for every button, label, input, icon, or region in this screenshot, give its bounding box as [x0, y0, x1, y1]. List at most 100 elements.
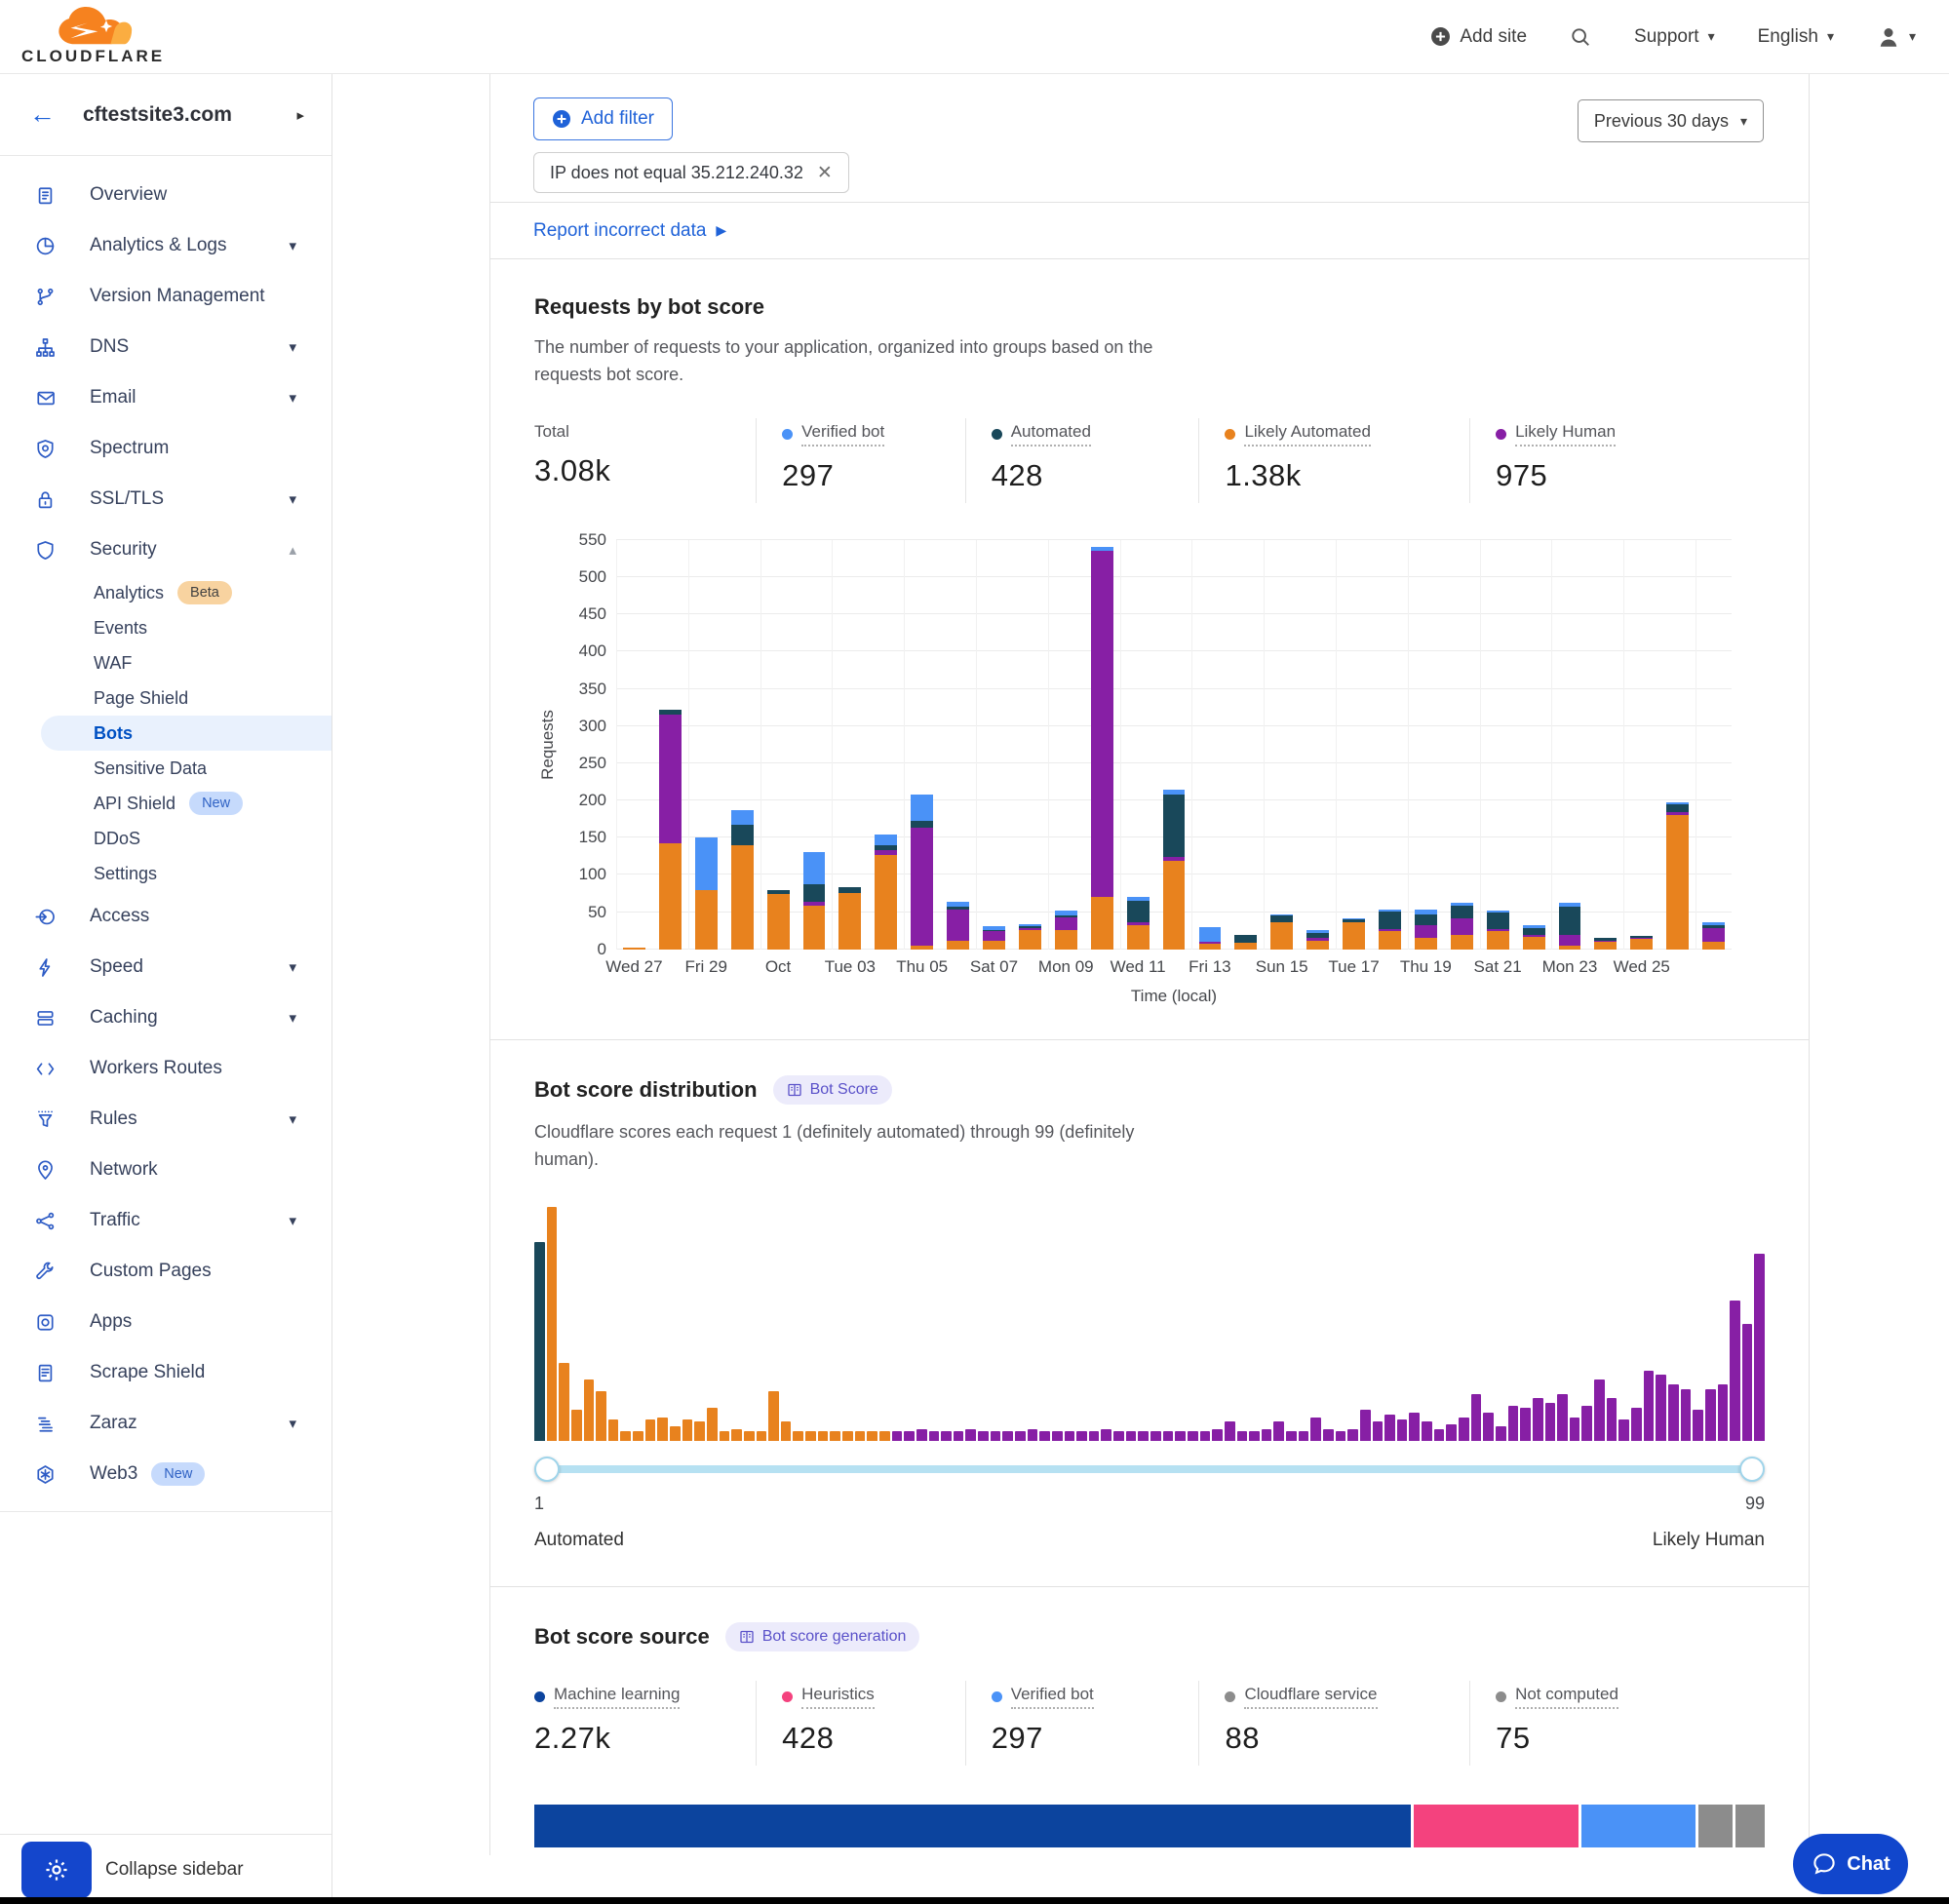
histogram-bar-score-72[interactable]	[1409, 1413, 1420, 1441]
histogram-bar-score-99[interactable]	[1742, 1324, 1753, 1441]
histogram-bar-score-10[interactable]	[645, 1419, 656, 1441]
histogram-bar-score-11[interactable]	[657, 1418, 668, 1441]
histogram-bar-score-7[interactable]	[608, 1419, 619, 1441]
histogram-bar-score-16[interactable]	[720, 1431, 730, 1441]
source-segment-verified-bot[interactable]	[1581, 1805, 1696, 1847]
stacked-bar[interactable]	[731, 810, 754, 950]
sidebar-subitem-waf[interactable]: WAF	[0, 645, 331, 680]
histogram-bar-score-33[interactable]	[929, 1431, 940, 1441]
stacked-bar[interactable]	[1666, 802, 1689, 949]
histogram-bar-score-57[interactable]	[1225, 1421, 1235, 1440]
histogram-bar-score-96[interactable]	[1705, 1389, 1716, 1441]
stat-label[interactable]: Machine learning	[554, 1685, 680, 1709]
add-site-button[interactable]: Add site	[1430, 26, 1527, 48]
stacked-bar[interactable]	[1559, 903, 1581, 950]
stacked-bar[interactable]	[1523, 925, 1545, 950]
sidebar-item-rules[interactable]: Rules▾	[0, 1094, 331, 1145]
sidebar-item-web3[interactable]: Web3New	[0, 1449, 331, 1499]
histogram-bar-score-49[interactable]	[1126, 1431, 1137, 1441]
sidebar-subitem-analytics[interactable]: AnalyticsBeta	[0, 575, 331, 610]
sidebar-item-security[interactable]: Security▴	[0, 525, 331, 575]
stacked-bar[interactable]	[1019, 924, 1041, 950]
histogram-bar-score-56[interactable]	[1212, 1429, 1223, 1441]
histogram-bar-score-66[interactable]	[1336, 1431, 1346, 1441]
histogram-bar-score-6[interactable]	[596, 1391, 606, 1440]
sidebar-item-speed[interactable]: Speed▾	[0, 942, 331, 992]
chat-button[interactable]: Chat	[1793, 1834, 1908, 1894]
histogram-bar-score-4[interactable]	[571, 1410, 582, 1440]
date-range-dropdown[interactable]: Previous 30 days ▾	[1578, 99, 1764, 142]
sidebar-item-caching[interactable]: Caching▾	[0, 992, 331, 1043]
histogram-bar-score-5[interactable]	[584, 1379, 595, 1440]
settings-gear-button[interactable]	[21, 1842, 92, 1898]
histogram-bar-score-63[interactable]	[1299, 1431, 1309, 1441]
sidebar-item-analytics-logs[interactable]: Analytics & Logs▾	[0, 220, 331, 271]
histogram-bar-score-42[interactable]	[1039, 1431, 1050, 1441]
stacked-bar[interactable]	[1594, 938, 1617, 950]
histogram-bar-score-80[interactable]	[1508, 1406, 1519, 1441]
histogram-bar-score-43[interactable]	[1052, 1431, 1063, 1441]
histogram-bar-score-52[interactable]	[1163, 1431, 1174, 1441]
histogram-bar-score-76[interactable]	[1459, 1418, 1469, 1441]
histogram-bar-score-21[interactable]	[781, 1421, 792, 1440]
histogram-bar-score-44[interactable]	[1065, 1431, 1075, 1441]
histogram-bar-score-59[interactable]	[1249, 1431, 1260, 1441]
add-filter-button[interactable]: Add filter	[533, 97, 673, 140]
stacked-bar[interactable]	[875, 835, 897, 950]
histogram-bar-score-17[interactable]	[731, 1429, 742, 1441]
histogram-bar-score-3[interactable]	[559, 1363, 569, 1440]
sidebar-subitem-bots[interactable]: Bots	[41, 716, 331, 751]
histogram-bar-score-93[interactable]	[1668, 1384, 1679, 1441]
stacked-bar[interactable]	[1451, 903, 1473, 950]
stacked-bar[interactable]	[1091, 547, 1113, 949]
sidebar-subitem-ddos[interactable]: DDoS	[0, 821, 331, 856]
histogram-bar-score-36[interactable]	[965, 1429, 976, 1441]
stacked-bar[interactable]	[1343, 918, 1365, 950]
histogram-bar-score-61[interactable]	[1273, 1421, 1284, 1440]
histogram-bar-score-77[interactable]	[1471, 1394, 1482, 1441]
stacked-bar[interactable]	[1055, 911, 1077, 950]
source-segment-heuristics[interactable]	[1414, 1805, 1579, 1847]
histogram-bar-score-92[interactable]	[1656, 1375, 1666, 1440]
stat-label[interactable]: Not computed	[1515, 1685, 1618, 1709]
stacked-bar[interactable]	[1702, 922, 1725, 950]
histogram-bar-score-100[interactable]	[1754, 1254, 1765, 1441]
source-segment-not-computed[interactable]	[1735, 1805, 1765, 1847]
stacked-bar[interactable]	[838, 887, 861, 950]
source-segment-machine-learning[interactable]	[534, 1805, 1411, 1847]
sidebar-item-overview[interactable]: Overview	[0, 170, 331, 220]
histogram-bar-score-15[interactable]	[707, 1408, 718, 1441]
histogram-bar-score-18[interactable]	[744, 1431, 755, 1441]
sidebar-item-ssl-tls[interactable]: SSL/TLS▾	[0, 474, 331, 525]
histogram-bar-score-41[interactable]	[1028, 1429, 1038, 1441]
sidebar-item-zaraz[interactable]: Zaraz▾	[0, 1398, 331, 1449]
stacked-bar[interactable]	[947, 902, 969, 950]
stat-label[interactable]: Verified bot	[1011, 1685, 1094, 1709]
stacked-bar[interactable]	[1127, 897, 1150, 950]
histogram-bar-score-79[interactable]	[1496, 1426, 1506, 1440]
slider-track[interactable]	[546, 1465, 1753, 1473]
bot-score-badge[interactable]: Bot Score	[773, 1075, 892, 1105]
cloudflare-logo[interactable]: CLOUDFLARE	[21, 7, 165, 66]
histogram-bar-score-95[interactable]	[1693, 1410, 1703, 1440]
histogram-bar-score-91[interactable]	[1644, 1371, 1655, 1441]
histogram-bar-score-71[interactable]	[1397, 1419, 1408, 1441]
stat-label[interactable]: Likely Automated	[1244, 422, 1370, 447]
histogram-bar-score-13[interactable]	[682, 1419, 693, 1441]
stat-label[interactable]: Likely Human	[1515, 422, 1616, 447]
histogram-bar-score-22[interactable]	[793, 1431, 803, 1441]
histogram-bar-score-31[interactable]	[904, 1431, 915, 1441]
histogram-bar-score-46[interactable]	[1089, 1431, 1100, 1441]
histogram-bar-score-14[interactable]	[694, 1421, 705, 1440]
sidebar-subitem-page-shield[interactable]: Page Shield	[0, 680, 331, 716]
user-menu[interactable]: ▾	[1877, 25, 1916, 49]
histogram-bar-score-8[interactable]	[620, 1431, 631, 1441]
histogram-bar-score-85[interactable]	[1570, 1418, 1580, 1441]
bot-score-generation-badge[interactable]: Bot score generation	[725, 1622, 920, 1651]
histogram-bar-score-69[interactable]	[1373, 1421, 1384, 1440]
histogram-bar-score-50[interactable]	[1138, 1431, 1149, 1441]
stacked-bar[interactable]	[1487, 911, 1509, 950]
histogram-bar-score-20[interactable]	[768, 1391, 779, 1440]
histogram-bar-score-1[interactable]	[534, 1242, 545, 1441]
sidebar-subitem-settings[interactable]: Settings	[0, 856, 331, 891]
